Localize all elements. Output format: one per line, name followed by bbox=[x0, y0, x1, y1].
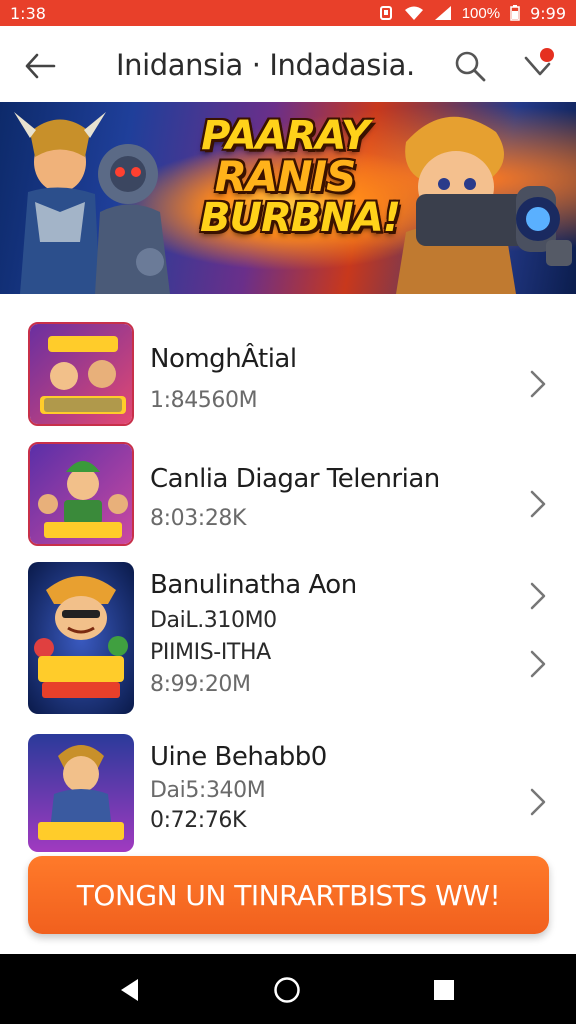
battery-text: 100% bbox=[461, 4, 501, 22]
game-thumbnail bbox=[28, 442, 134, 546]
notification-icon bbox=[378, 5, 394, 21]
primary-cta-button[interactable]: TONGN UN TINRARTBISTS WW! bbox=[28, 856, 549, 934]
status-clock: 9:99 bbox=[530, 3, 566, 23]
game-name: Uine Behabb0 bbox=[150, 742, 327, 772]
chevron-right-icon[interactable] bbox=[526, 368, 550, 400]
search-icon bbox=[455, 51, 486, 82]
back-button[interactable] bbox=[22, 48, 58, 84]
nav-back-icon[interactable] bbox=[116, 976, 144, 1004]
banner-heroes-left-illustration bbox=[14, 112, 170, 294]
signal-icon bbox=[434, 5, 452, 21]
game-name: NomghÂtial bbox=[150, 344, 297, 374]
status-time: 1:38 bbox=[10, 3, 46, 23]
notification-badge bbox=[540, 48, 554, 62]
list-item[interactable]: Uine Behabb0 Dai5:340M 0:72:76K bbox=[0, 734, 576, 852]
battery-icon bbox=[510, 5, 520, 21]
game-thumbnail bbox=[28, 734, 134, 852]
page-title: Inidansia · Indadasia. bbox=[116, 48, 415, 82]
chevron-right-icon[interactable] bbox=[526, 786, 550, 818]
game-meta: 1:84560M bbox=[150, 388, 258, 413]
app-bar: Inidansia · Indadasia. bbox=[0, 26, 576, 102]
game-name: Canlia Diagar Telenrian bbox=[150, 464, 440, 494]
status-icons: 100% 9:99 bbox=[378, 4, 566, 23]
nav-home-icon[interactable] bbox=[273, 976, 301, 1004]
chevron-right-icon[interactable] bbox=[526, 488, 550, 520]
status-bar: 1:38 100% 9:99 bbox=[0, 0, 576, 26]
wifi-icon bbox=[404, 5, 424, 21]
banner-title-line: RANIS bbox=[214, 152, 357, 201]
game-name: Banulinatha Aon bbox=[150, 570, 357, 600]
chevron-right-icon[interactable] bbox=[526, 580, 550, 612]
game-meta: DaiL.310M0 bbox=[150, 608, 277, 633]
search-button[interactable] bbox=[452, 48, 488, 84]
notifications-button[interactable] bbox=[518, 46, 558, 86]
arrow-left-icon bbox=[25, 53, 56, 79]
nav-recents-icon[interactable] bbox=[430, 976, 458, 1004]
list-item[interactable]: Canlia Diagar Telenrian 8:03:28K bbox=[0, 442, 576, 546]
game-meta: Dai5:340M bbox=[150, 778, 266, 803]
game-thumbnail bbox=[28, 562, 134, 714]
game-meta: 8:99:20M bbox=[150, 672, 251, 697]
list-item[interactable]: Banulinatha Aon DaiL.310M0 PIIMIS-ITHA 8… bbox=[0, 562, 576, 714]
banner-title-line: PAARAY bbox=[201, 113, 370, 159]
list-item[interactable]: NomghÂtial 1:84560M bbox=[0, 322, 576, 426]
banner-title-line: BURBNA! bbox=[200, 195, 401, 241]
system-nav-bar bbox=[0, 954, 576, 1024]
chevron-right-icon[interactable] bbox=[526, 648, 550, 680]
banner-title: PAARAY RANIS BURBNA! bbox=[200, 113, 401, 241]
game-meta: 8:03:28K bbox=[150, 506, 247, 531]
game-meta: PIIMIS-ITHA bbox=[150, 640, 271, 665]
game-thumbnail bbox=[28, 322, 134, 426]
game-meta: 0:72:76K bbox=[150, 808, 247, 833]
promo-banner[interactable]: PAARAY RANIS BURBNA! bbox=[0, 102, 576, 294]
